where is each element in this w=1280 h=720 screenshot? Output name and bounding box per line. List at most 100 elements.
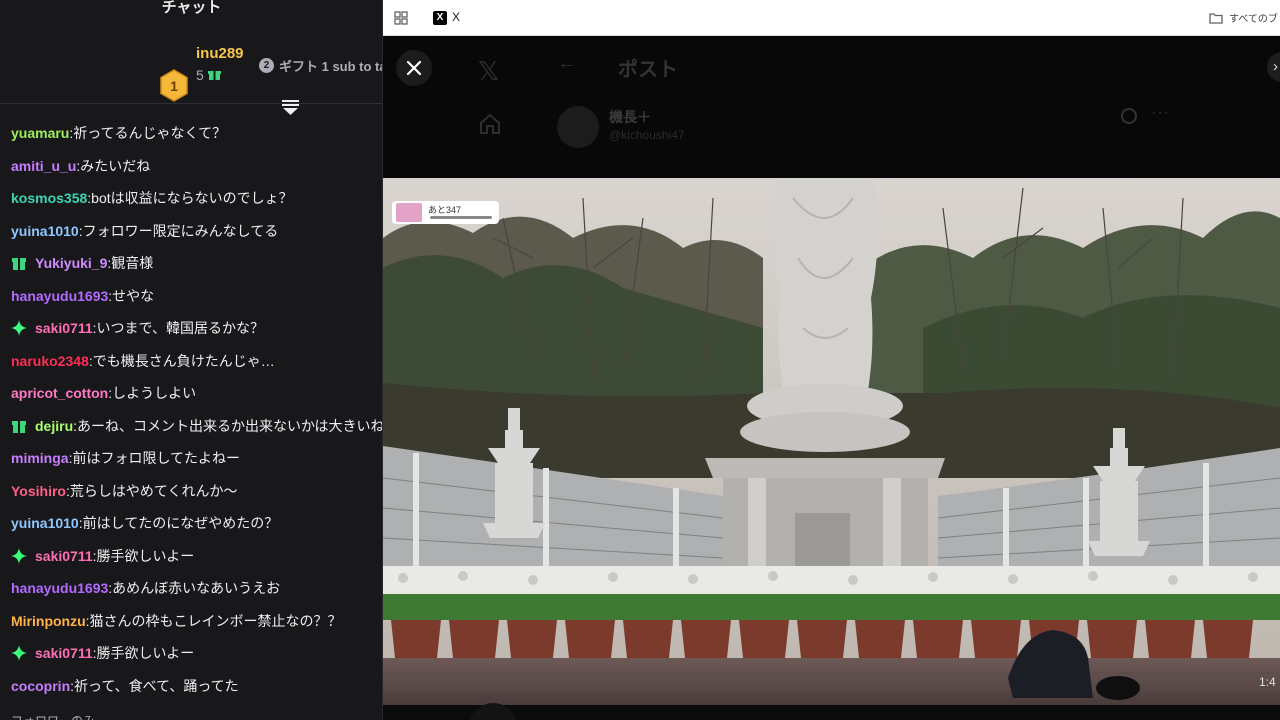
chat-username[interactable]: kosmos358 [11, 190, 87, 206]
chat-message: apricot_cotton: しようしよい [0, 377, 382, 410]
chat-message: Mirinponzu: 猫さんの枠もこレインボー禁止なの？？ [0, 605, 382, 638]
chat-title: チャット [161, 0, 222, 16]
leaderboard-user[interactable]: inu289 [196, 45, 244, 62]
author-handle[interactable]: @kichoushi47 [609, 128, 685, 142]
chat-message: saki0711: 勝手欲しいよー [0, 637, 382, 670]
author-avatar[interactable] [557, 106, 599, 148]
all-bookmarks-button[interactable]: すべてのブック [1209, 10, 1280, 25]
chat-panel: チャット 1 inu289 5 2 ギフト 1 sub to ta yuamar… [0, 0, 383, 720]
chat-username[interactable]: Yosihiro [11, 483, 66, 499]
chat-message-text: でも機長さん負けたんじゃ… [92, 352, 275, 369]
home-icon[interactable] [478, 112, 502, 136]
goal-widget-icon [396, 203, 422, 222]
collapse-chevron-icon[interactable] [282, 100, 299, 116]
chat-message: saki0711: いつまで、韓国居るかな？ [0, 312, 382, 345]
gift-entry-text: ギフト 1 sub to ta [279, 59, 383, 74]
gift-icon [207, 71, 221, 80]
post-page-title: ポスト [618, 59, 678, 81]
chat-username[interactable]: miminga [11, 450, 69, 466]
gift-sub-icon[interactable] [11, 255, 27, 271]
dimmed-post-header: 𝕏 ← ポスト 機長＋ @kichoushi47 ··· [383, 36, 1280, 178]
chat-username[interactable]: naruko2348 [11, 353, 89, 369]
leaderboard-gift-entry[interactable]: 2 ギフト 1 sub to ta [259, 56, 383, 75]
all-bookmarks-label: すべてのブック [1229, 14, 1280, 25]
chat-username[interactable]: Mirinponzu [11, 613, 86, 629]
close-media-button[interactable] [396, 50, 432, 86]
grok-icon[interactable] [1121, 108, 1137, 124]
goal-widget-text: あと347 [428, 205, 462, 215]
chat-mode-label: フォロワーのみ [11, 712, 95, 720]
x-post-page: 𝕏 ← ポスト 機長＋ @kichoushi47 ··· › あと347 1:4 [383, 36, 1280, 720]
chat-message: Yosihiro: 荒らしはやめてくれんか〜 [0, 475, 382, 508]
chat-message: yuina1010: フォロワー限定にみんなしてる [0, 215, 382, 248]
chat-message: Yukiyuki_9: 観音様 [0, 247, 382, 280]
chat-message: amiti_u_u: みたいだね [0, 150, 382, 183]
close-icon [406, 60, 422, 76]
chat-message-text: 勝手欲しいよー [96, 547, 195, 564]
post-photo[interactable]: あと347 1:4 [383, 178, 1280, 705]
browser-tab-bar: X X すべてのブック [383, 0, 1280, 36]
x-favicon-icon: X [433, 11, 447, 25]
chat-message: hanayudu1693: せやな [0, 280, 382, 313]
chat-message-text: みたいだね [80, 157, 151, 174]
chat-username[interactable]: yuina1010 [11, 223, 79, 239]
chat-username[interactable]: hanayudu1693 [11, 288, 108, 304]
chat-message-text: 勝手欲しいよー [96, 645, 195, 662]
tab-grid-icon[interactable] [394, 11, 408, 25]
goal-progress-bar [430, 216, 492, 219]
rank-one-badge-icon: 1 [160, 69, 188, 102]
chat-username[interactable]: yuamaru [11, 125, 69, 141]
video-timestamp: 1:4 [1259, 675, 1276, 689]
rank-number: 1 [170, 78, 178, 94]
x-logo-icon[interactable]: 𝕏 [478, 56, 499, 87]
leaderboard-count-value: 5 [196, 67, 204, 83]
chat-message: naruko2348: でも機長さん負けたんじゃ… [0, 345, 382, 378]
chat-username[interactable]: apricot_cotton [11, 385, 108, 401]
chat-message: hanayudu1693: あめんぼ赤いなあいうえお [0, 572, 382, 605]
chat-message: kosmos358: botは収益にならないのでしょ？ [0, 182, 382, 215]
chat-message-text: 猫さんの枠もこレインボー禁止なの？？ [89, 612, 342, 629]
chat-username[interactable]: saki0711 [35, 548, 93, 564]
chat-username[interactable]: hanayudu1693 [11, 580, 108, 596]
browser-tab-title[interactable]: X [452, 10, 460, 24]
chat-username[interactable]: yuina1010 [11, 515, 79, 531]
chat-message-text: しようしよい [112, 385, 197, 402]
leaderboard-count: 5 [196, 67, 221, 83]
stream-goal-widget: あと347 [392, 201, 499, 224]
browser-window: X X すべてのブック 𝕏 ← ポスト 機長＋ @kichoushi47 ···… [383, 0, 1280, 720]
chat-message: yuamaru: 祈ってるんじゃなくて？ [0, 117, 382, 150]
chat-message: miminga: 前はフォロ限してたよねー [0, 442, 382, 475]
gift-sub-icon[interactable] [11, 418, 27, 434]
chat-message-text: フォロワー限定にみんなしてる [82, 222, 279, 239]
chat-message-text: あーね、コメント出来るか出来ないかは大きいね [77, 417, 383, 434]
chat-message: saki0711: 勝手欲しいよー [0, 540, 382, 573]
chat-username[interactable]: cocoprin [11, 678, 70, 694]
chat-username[interactable]: saki0711 [35, 320, 93, 336]
chat-message-text: 前はしてたのになぜやめたの？ [82, 515, 279, 532]
chat-message-text: 観音様 [111, 255, 154, 272]
folder-icon [1209, 12, 1223, 24]
chat-message-list: yuamaru: 祈ってるんじゃなくて？ amiti_u_u: みたいだね kosm… [0, 117, 383, 703]
sparkle-badge-icon[interactable] [11, 645, 27, 662]
chat-message-text: 祈ってるんじゃなくて？ [73, 125, 227, 142]
chat-username[interactable]: dejiru [35, 418, 73, 434]
chat-username[interactable]: amiti_u_u [11, 158, 76, 174]
sparkle-badge-icon[interactable] [11, 320, 27, 337]
chat-message: dejiru: あーね、コメント出来るか出来ないかは大きいね [0, 410, 383, 443]
sparkle-badge-icon[interactable] [11, 547, 27, 564]
chat-message-text: 荒らしはやめてくれんか〜 [69, 482, 238, 499]
chat-username[interactable]: saki0711 [35, 645, 93, 661]
chat-message-text: botは収益にならないのでしょ？ [91, 190, 293, 207]
chat-message-text: いつまで、韓国居るかな？ [96, 320, 264, 337]
chat-username[interactable]: Yukiyuki_9 [35, 255, 107, 271]
chat-message-text: 祈って、食べて、踊ってた [74, 677, 239, 694]
page-bottom-strip [383, 705, 1280, 720]
more-options-icon[interactable]: ··· [1151, 104, 1170, 122]
gift-rank-badge: 2 [259, 58, 274, 73]
chat-message: yuina1010: 前はしてたのになぜやめたの？ [0, 507, 382, 540]
chat-message-text: あめんぼ赤いなあいうえお [112, 580, 281, 597]
chat-message: cocoprin: 祈って、食べて、踊ってた [0, 670, 382, 703]
back-arrow-icon[interactable]: ← [557, 52, 577, 75]
buddha-statue-photo [383, 178, 1280, 705]
author-name[interactable]: 機長＋ [609, 107, 651, 127]
